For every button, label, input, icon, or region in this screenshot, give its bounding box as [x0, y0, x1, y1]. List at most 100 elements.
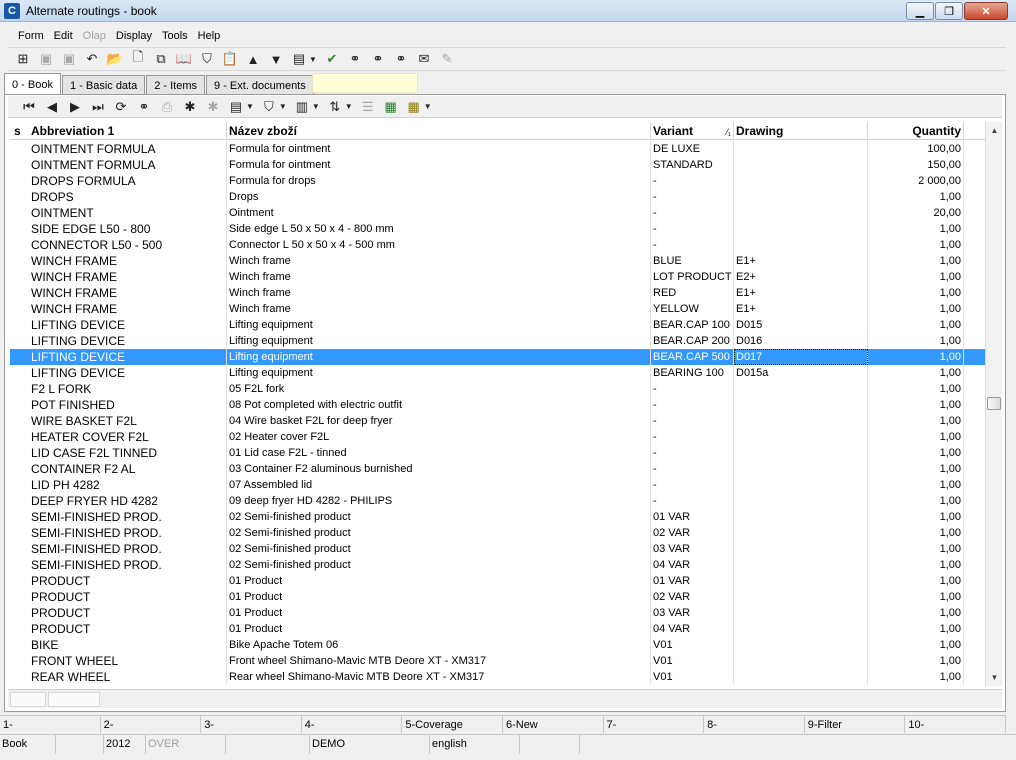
quantity-cell[interactable]: 1,00: [868, 461, 964, 477]
next-record-icon[interactable]: ▶: [66, 98, 84, 116]
quantity-cell[interactable]: 150,00: [868, 157, 964, 173]
table-row[interactable]: WINCH FRAME Winch frame BLUE E1+ 1,00: [10, 253, 985, 269]
quantity-cell[interactable]: 1,00: [868, 397, 964, 413]
drawing-cell[interactable]: [734, 381, 868, 397]
quantity-cell[interactable]: 1,00: [868, 589, 964, 605]
drawing-cell[interactable]: [734, 445, 868, 461]
quantity-cell[interactable]: 1,00: [868, 413, 964, 429]
name-cell[interactable]: Winch frame: [227, 285, 651, 301]
chevron-down-icon[interactable]: ▼: [424, 102, 432, 111]
tab-1[interactable]: 1 - Basic data: [61, 75, 146, 95]
row-status-cell[interactable]: [10, 493, 28, 509]
variant-cell[interactable]: V01: [651, 637, 734, 653]
drawing-cell[interactable]: [734, 157, 868, 173]
chevron-down-icon[interactable]: ▼: [345, 102, 353, 111]
abbreviation-cell[interactable]: WIRE BASKET F2L: [28, 413, 227, 429]
variant-cell[interactable]: BEAR.CAP 500: [651, 349, 734, 365]
abbreviation-cell[interactable]: SEMI-FINISHED PROD.: [28, 509, 227, 525]
abbreviation-cell[interactable]: SEMI-FINISHED PROD.: [28, 541, 227, 557]
row-status-cell[interactable]: [10, 173, 28, 189]
table-row[interactable]: F2 L FORK 05 F2L fork - 1,00: [10, 381, 985, 397]
table-row[interactable]: OINTMENT FORMULA Formula for ointment STAN…: [10, 157, 985, 173]
fkey-3[interactable]: 3-: [201, 716, 302, 733]
table-row[interactable]: DEEP FRYER HD 4282 09 deep fryer HD 4282 …: [10, 493, 985, 509]
variant-cell[interactable]: -: [651, 189, 734, 205]
save-icon[interactable]: ▣: [37, 50, 55, 68]
name-cell[interactable]: 02 Semi-finished product: [227, 525, 651, 541]
abbreviation-cell[interactable]: POT FINISHED: [28, 397, 227, 413]
drawing-cell[interactable]: [734, 605, 868, 621]
fkey-10[interactable]: 10-: [905, 716, 1006, 733]
variant-cell[interactable]: 03 VAR: [651, 605, 734, 621]
drawing-cell[interactable]: [734, 413, 868, 429]
scroll-thumb[interactable]: [987, 397, 1001, 410]
undo-icon[interactable]: ↶: [83, 50, 101, 68]
quantity-cell[interactable]: 20,00: [868, 205, 964, 221]
name-cell[interactable]: 04 Wire basket F2L for deep fryer: [227, 413, 651, 429]
abbreviation-cell[interactable]: PRODUCT: [28, 605, 227, 621]
table-row[interactable]: POT FINISHED 08 Pot completed with electr…: [10, 397, 985, 413]
drawing-cell[interactable]: [734, 189, 868, 205]
variant-cell[interactable]: DE LUXE: [651, 141, 734, 157]
name-cell[interactable]: 02 Heater cover F2L: [227, 429, 651, 445]
variant-cell[interactable]: STANDARD: [651, 157, 734, 173]
fkey-7[interactable]: 7-: [604, 716, 705, 733]
scroll-down-icon[interactable]: ▼: [986, 669, 1003, 686]
quantity-cell[interactable]: 1,00: [868, 509, 964, 525]
scroll-up-icon[interactable]: ▲: [986, 122, 1003, 139]
name-cell[interactable]: Formula for ointment: [227, 141, 651, 157]
table-row[interactable]: LIFTING DEVICE Lifting equipment BEAR.CAP …: [10, 349, 985, 365]
table-row[interactable]: SEMI-FINISHED PROD. 02 Semi-finished prod…: [10, 525, 985, 541]
variant-cell[interactable]: -: [651, 429, 734, 445]
binoculars-next-icon[interactable]: ⚭: [369, 50, 387, 68]
table-row[interactable]: PRODUCT 01 Product 04 VAR 1,00: [10, 621, 985, 637]
quantity-cell[interactable]: 1,00: [868, 189, 964, 205]
name-cell[interactable]: Ointment: [227, 205, 651, 221]
row-status-cell[interactable]: [10, 525, 28, 541]
name-cell[interactable]: 08 Pot completed with electric outfit: [227, 397, 651, 413]
abbreviation-cell[interactable]: WINCH FRAME: [28, 269, 227, 285]
table-row[interactable]: LIFTING DEVICE Lifting equipment BEARING 1…: [10, 365, 985, 381]
filter-icon[interactable]: ⛉: [198, 50, 216, 68]
drawing-cell[interactable]: E1+: [734, 285, 868, 301]
row-status-cell[interactable]: [10, 397, 28, 413]
drawing-cell[interactable]: [734, 237, 868, 253]
tab-0[interactable]: 0 - Book: [4, 73, 61, 95]
variant-cell[interactable]: 02 VAR: [651, 589, 734, 605]
table-row[interactable]: PRODUCT 01 Product 01 VAR 1,00: [10, 573, 985, 589]
quantity-cell[interactable]: 1,00: [868, 621, 964, 637]
row-status-cell[interactable]: [10, 381, 28, 397]
row-status-cell[interactable]: [10, 269, 28, 285]
column-header-abbreviation[interactable]: Abbreviation 1: [28, 122, 227, 139]
drawing-cell[interactable]: [734, 589, 868, 605]
name-cell[interactable]: 03 Container F2 aluminous burnished: [227, 461, 651, 477]
sort-icon[interactable]: ⇅: [326, 98, 344, 116]
open-folder-icon[interactable]: 📂: [106, 50, 124, 68]
quantity-cell[interactable]: 100,00: [868, 141, 964, 157]
table-row[interactable]: LIFTING DEVICE Lifting equipment BEAR.CAP …: [10, 333, 985, 349]
fkey-5[interactable]: 5-Coverage: [402, 716, 503, 733]
name-cell[interactable]: Bike Apache Totem 06: [227, 637, 651, 653]
menu-form[interactable]: Form: [8, 30, 49, 42]
binoculars-key-icon[interactable]: ⚭: [392, 50, 410, 68]
table-row[interactable]: DROPS Drops - 1,00: [10, 189, 985, 205]
name-cell[interactable]: 09 deep fryer HD 4282 - PHILIPS: [227, 493, 651, 509]
row-status-cell[interactable]: [10, 333, 28, 349]
table-row[interactable]: LIFTING DEVICE Lifting equipment BEAR.CAP …: [10, 317, 985, 333]
filter-icon[interactable]: ⛉: [260, 98, 278, 116]
variant-cell[interactable]: 01 VAR: [651, 573, 734, 589]
quantity-cell[interactable]: 1,00: [868, 445, 964, 461]
abbreviation-cell[interactable]: PRODUCT: [28, 589, 227, 605]
binoculars-icon[interactable]: ⚭: [346, 50, 364, 68]
row-status-cell[interactable]: [10, 237, 28, 253]
row-status-cell[interactable]: [10, 221, 28, 237]
abbreviation-cell[interactable]: LID PH 4282: [28, 477, 227, 493]
quantity-cell[interactable]: 1,00: [868, 493, 964, 509]
prev-record-icon[interactable]: ◀: [43, 98, 61, 116]
name-cell[interactable]: 02 Semi-finished product: [227, 557, 651, 573]
abbreviation-cell[interactable]: DROPS FORMULA: [28, 173, 227, 189]
variant-cell[interactable]: -: [651, 205, 734, 221]
mail-icon[interactable]: ✉: [415, 50, 433, 68]
quantity-cell[interactable]: 1,00: [868, 365, 964, 381]
quantity-cell[interactable]: 2 000,00: [868, 173, 964, 189]
